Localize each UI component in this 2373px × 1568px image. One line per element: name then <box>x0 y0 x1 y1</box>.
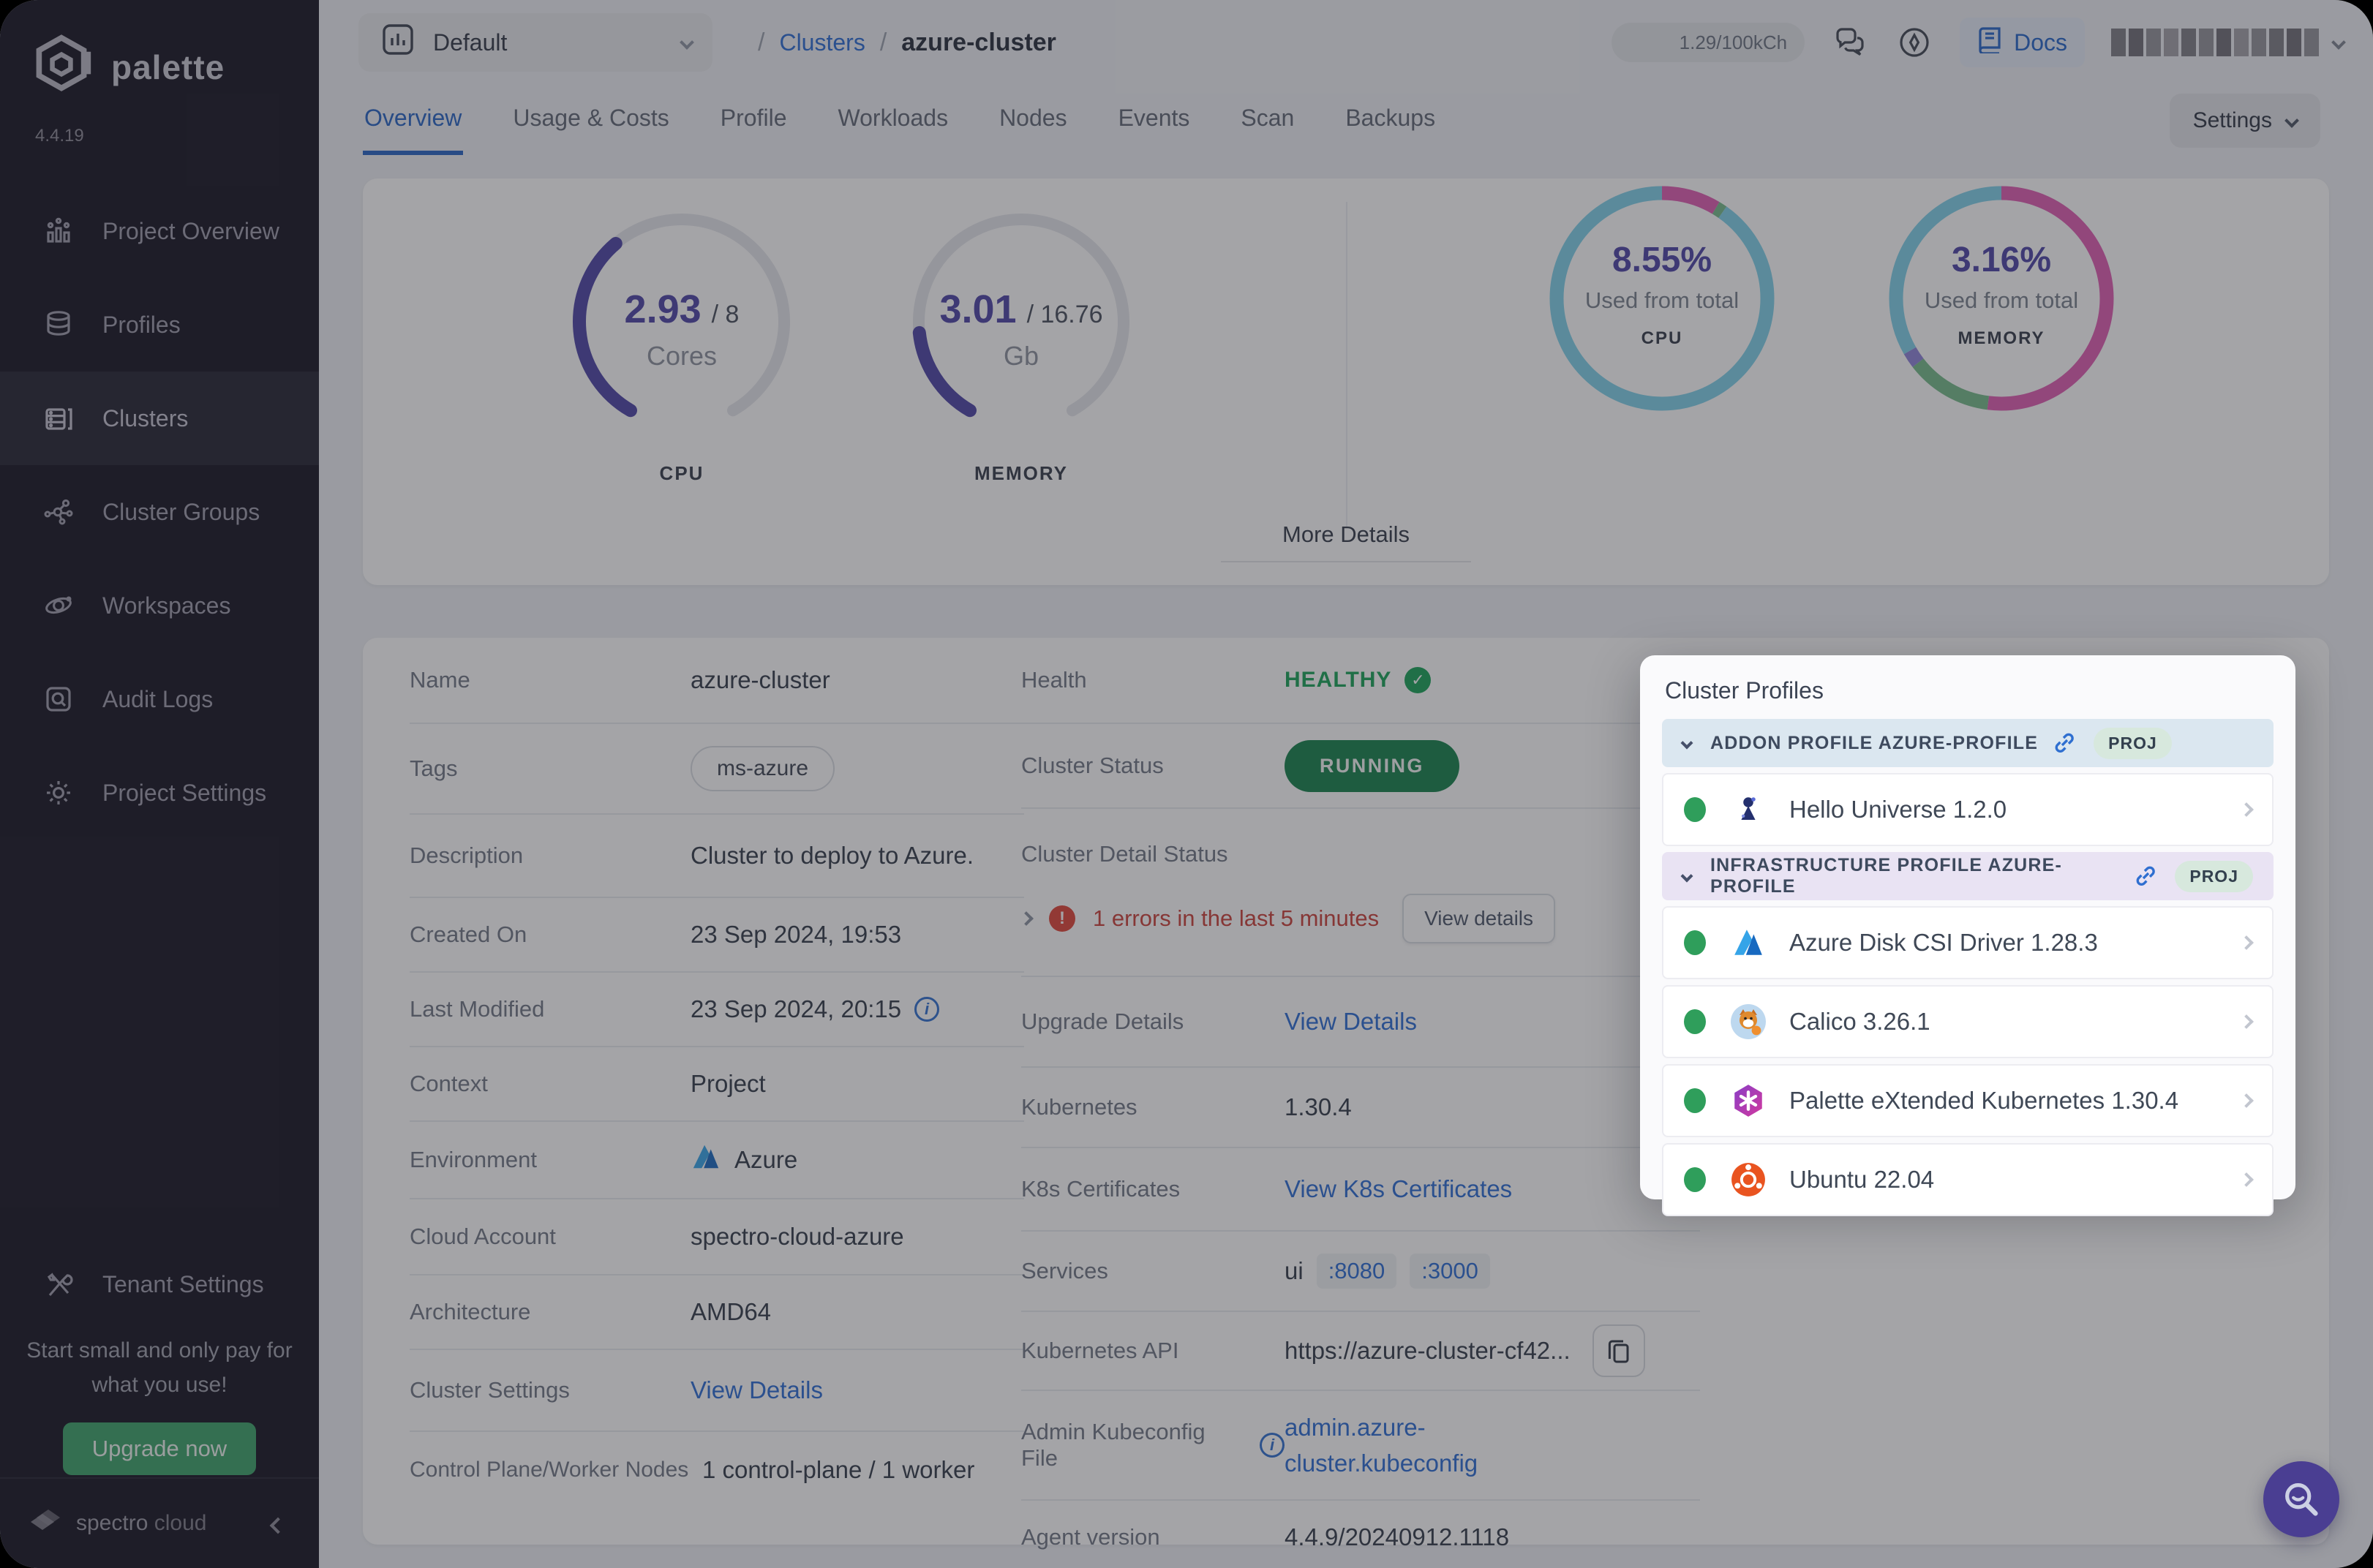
app-window: palette 4.4.19 Project Overview <box>0 0 2373 1568</box>
scope-badge: PROJ <box>2175 861 2253 892</box>
status-dot <box>1684 930 1706 955</box>
azure-disk-csi-icon <box>1729 924 1767 962</box>
cluster-profiles-panel: Cluster Profiles ADDON PROFILE AZURE-PRO… <box>1640 655 2295 1199</box>
search-assistant-fab[interactable] <box>2263 1461 2339 1537</box>
chevron-down-icon <box>1681 870 1693 883</box>
infrastructure-profile-header[interactable]: INFRASTRUCTURE PROFILE AZURE-PROFILE PRO… <box>1662 852 2274 900</box>
profile-layer-ubuntu[interactable]: Ubuntu 22.04 <box>1662 1143 2274 1216</box>
chevron-right-icon <box>2239 1014 2254 1029</box>
hello-universe-icon <box>1729 791 1767 829</box>
addon-profile-header[interactable]: ADDON PROFILE AZURE-PROFILE PROJ <box>1662 719 2274 767</box>
layer-name: Azure Disk CSI Driver 1.28.3 <box>1789 929 2098 957</box>
status-dot <box>1684 1167 1706 1192</box>
layer-name: Palette eXtended Kubernetes 1.30.4 <box>1789 1087 2178 1115</box>
scope-badge: PROJ <box>2094 728 2172 759</box>
infrastructure-profile-name: INFRASTRUCTURE PROFILE AZURE-PROFILE <box>1710 855 2119 897</box>
link-icon[interactable] <box>2134 864 2157 888</box>
profile-layer-palette-extended-kubernetes[interactable]: Palette eXtended Kubernetes 1.30.4 <box>1662 1064 2274 1137</box>
profile-layer-hello-universe[interactable]: Hello Universe 1.2.0 <box>1662 773 2274 846</box>
link-icon[interactable] <box>2053 731 2076 755</box>
layer-name: Hello Universe 1.2.0 <box>1789 796 2007 823</box>
ubuntu-icon <box>1729 1161 1767 1199</box>
status-dot <box>1684 1088 1706 1113</box>
status-dot <box>1684 797 1706 822</box>
chevron-down-icon <box>1681 737 1693 750</box>
status-dot <box>1684 1009 1706 1034</box>
chevron-right-icon <box>2239 1093 2254 1108</box>
chevron-right-icon <box>2239 935 2254 950</box>
profile-layer-calico[interactable]: Calico 3.26.1 <box>1662 985 2274 1058</box>
search-smile-icon <box>2281 1479 2322 1520</box>
palette-extended-kubernetes-icon <box>1729 1082 1767 1120</box>
layer-name: Calico 3.26.1 <box>1789 1008 1930 1036</box>
chevron-right-icon <box>2239 802 2254 817</box>
profile-layer-azure-disk-csi[interactable]: Azure Disk CSI Driver 1.28.3 <box>1662 906 2274 979</box>
layer-name: Ubuntu 22.04 <box>1789 1166 1934 1194</box>
chevron-right-icon <box>2239 1172 2254 1187</box>
calico-icon <box>1729 1003 1767 1041</box>
addon-profile-name: ADDON PROFILE AZURE-PROFILE <box>1710 733 2038 754</box>
cluster-profiles-title: Cluster Profiles <box>1665 677 2274 704</box>
